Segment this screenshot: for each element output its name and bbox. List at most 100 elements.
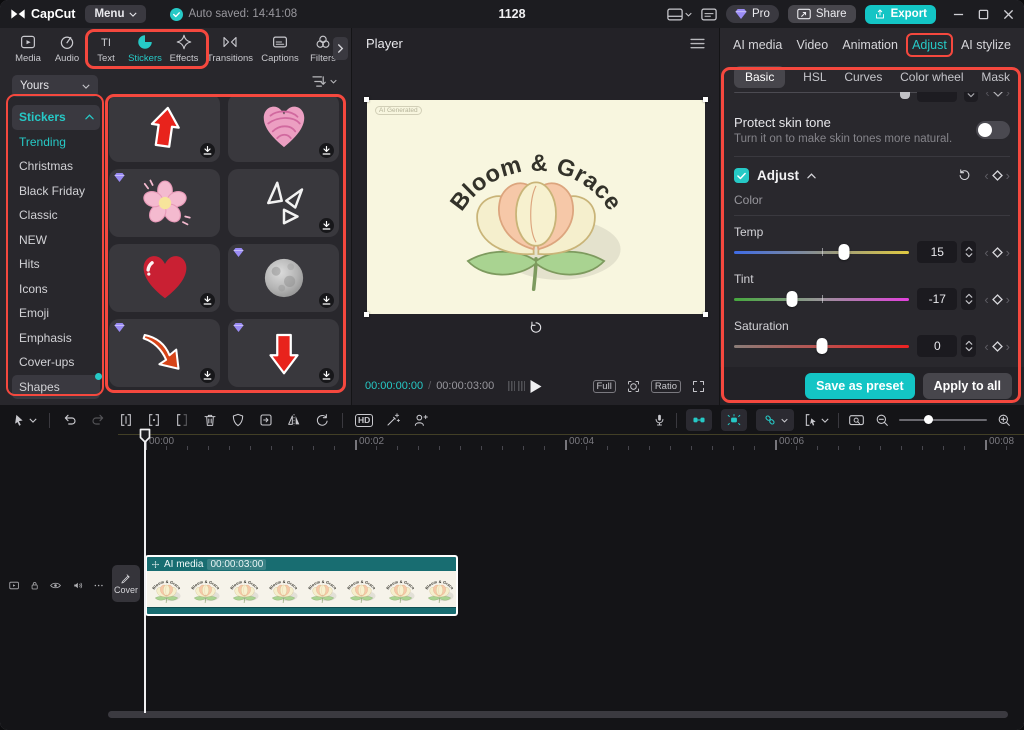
stepper[interactable] [961, 335, 976, 357]
media-tab-effects[interactable]: Effects [165, 29, 203, 67]
tabstrip-expand-button[interactable] [333, 37, 348, 60]
sidebar-item-shapes[interactable]: Shapes [12, 375, 100, 400]
keyframe-nav[interactable]: ‹› [984, 293, 1010, 306]
playhead[interactable] [144, 436, 146, 713]
keyframe-nav[interactable]: ‹› [984, 340, 1010, 353]
track-type-icon[interactable] [8, 579, 20, 592]
slider-value[interactable] [917, 92, 957, 102]
subtab-color-wheel[interactable]: Color wheel [900, 70, 963, 84]
slider-handle[interactable] [786, 291, 797, 307]
selection-handle[interactable] [364, 97, 369, 102]
slider-track[interactable] [734, 337, 909, 355]
hide-track-icon[interactable] [49, 579, 62, 592]
sticker-arrow-down[interactable] [228, 319, 339, 387]
ratio-button[interactable]: Ratio [651, 380, 681, 393]
slider-track[interactable] [734, 243, 909, 261]
slider-handle[interactable] [900, 92, 910, 99]
slider-handle[interactable] [839, 244, 850, 260]
sticker-flower[interactable] [109, 169, 220, 237]
slider-track[interactable] [734, 290, 909, 308]
bloom-grace-logo[interactable] [418, 113, 654, 301]
split-left-button[interactable] [118, 412, 134, 428]
stepper[interactable] [961, 241, 976, 263]
keyframe-nav[interactable]: ‹› [985, 92, 1010, 99]
tab-adjust[interactable]: Adjust [912, 38, 947, 52]
sidebar-item-emoji[interactable]: Emoji [12, 301, 100, 326]
maximize-button[interactable] [978, 9, 989, 20]
chevron-down-icon[interactable] [330, 79, 337, 84]
split-button[interactable] [146, 412, 162, 428]
media-tab-stickers[interactable]: Stickers [126, 29, 164, 67]
more-options-icon[interactable] [93, 579, 104, 592]
sticker-arrow-up[interactable] [109, 94, 220, 162]
playhead-flag[interactable] [139, 428, 151, 444]
horizontal-scrollbar[interactable] [108, 711, 1008, 718]
main-track-magnet-button[interactable] [686, 409, 712, 431]
collapse-caret-icon[interactable] [807, 173, 816, 179]
split-right-button[interactable] [174, 412, 190, 428]
sidebar-item-new[interactable]: NEW [12, 228, 100, 253]
timeline-ruler[interactable]: 00:0000:0200:0400:0600:08 [0, 435, 1024, 453]
frame-preview-icon[interactable] [508, 381, 525, 391]
media-tab-captions[interactable]: Captions [257, 29, 303, 67]
media-tab-transitions[interactable]: Transitions [204, 29, 256, 67]
pro-button[interactable]: Pro [726, 5, 779, 23]
full-button[interactable]: Full [593, 380, 616, 393]
zoom-in-button[interactable] [996, 412, 1012, 428]
selection-handle[interactable] [364, 312, 369, 317]
slider-value[interactable]: 0 [917, 335, 957, 357]
play-button[interactable] [529, 379, 542, 394]
sidebar-item-trending[interactable]: Trending [12, 130, 100, 155]
player-menu-icon[interactable] [690, 38, 705, 49]
prev-keyframe-icon[interactable]: ‹ [984, 293, 988, 306]
selection-handle[interactable] [703, 312, 708, 317]
subtab-basic[interactable]: Basic [734, 66, 785, 88]
stepper[interactable] [961, 288, 976, 310]
timeline-clip[interactable]: AI media 00:00:03:00 [145, 555, 458, 616]
snap-cursor-button[interactable] [803, 412, 829, 428]
sticker-arrow-curve[interactable] [109, 319, 220, 387]
menu-button[interactable]: Menu [85, 5, 146, 23]
zoom-selection-icon[interactable] [626, 379, 641, 394]
collection-dropdown[interactable]: Yours [12, 75, 98, 97]
adjust-checkbox[interactable] [734, 168, 749, 183]
media-tab-text[interactable]: Text [87, 29, 125, 67]
character-button[interactable] [413, 412, 429, 428]
share-button[interactable]: Share [788, 5, 856, 23]
media-tab-audio[interactable]: Audio [48, 29, 86, 67]
layout-list-button[interactable] [701, 8, 717, 21]
keyframe-nav[interactable]: ‹› [984, 169, 1010, 182]
stepper[interactable] [964, 92, 978, 102]
select-tool-button[interactable] [12, 413, 37, 428]
tab-animation[interactable]: Animation [842, 38, 898, 52]
cover-button[interactable]: Cover [112, 565, 140, 602]
mirror-flip-button[interactable] [286, 412, 302, 428]
slider-value[interactable]: 15 [917, 241, 957, 263]
subtab-curves[interactable]: Curves [844, 70, 882, 84]
next-keyframe-icon[interactable]: › [1006, 340, 1010, 353]
sidebar-item-christmas[interactable]: Christmas [12, 154, 100, 179]
next-keyframe-icon[interactable]: › [1006, 293, 1010, 306]
redo-button[interactable] [90, 412, 106, 428]
filter-icon[interactable] [312, 75, 327, 88]
replace-rotate-button[interactable] [314, 412, 330, 428]
timeline-zoom-slider[interactable] [899, 413, 987, 427]
sticker-moon[interactable] [228, 244, 339, 312]
preview-canvas[interactable]: AI Generated [367, 100, 705, 314]
zoom-out-button[interactable] [874, 412, 890, 428]
next-keyframe-icon[interactable]: › [1006, 246, 1010, 259]
fullscreen-icon[interactable] [691, 379, 706, 394]
prev-keyframe-icon[interactable]: ‹ [984, 246, 988, 259]
magic-wand-button[interactable] [385, 412, 401, 428]
keyframe-nav[interactable]: ‹› [984, 246, 1010, 259]
sidebar-item-hits[interactable]: Hits [12, 252, 100, 277]
crop-button[interactable] [258, 412, 274, 428]
apply-to-all-button[interactable]: Apply to all [923, 373, 1012, 399]
selection-handle[interactable] [703, 97, 708, 102]
delete-button[interactable] [202, 412, 218, 428]
tab-video[interactable]: Video [796, 38, 828, 52]
media-tab-media[interactable]: Media [9, 29, 47, 67]
mute-shield-button[interactable] [230, 412, 246, 428]
sticker-shards[interactable] [228, 169, 339, 237]
export-button[interactable]: Export [865, 5, 936, 24]
